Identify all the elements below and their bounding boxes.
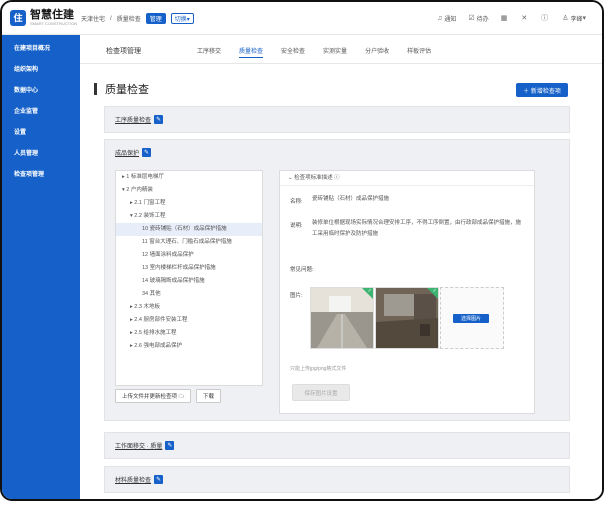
tree-node-selected[interactable]: 10 瓷砖铺贴（石材）成品保护措施: [116, 223, 262, 236]
tree-node[interactable]: 34 其他: [116, 288, 262, 301]
image-label: 图片:: [290, 293, 303, 299]
close-button[interactable]: ✕: [521, 14, 529, 22]
user-icon: ♙: [562, 15, 569, 22]
sidebar-item-settings[interactable]: 设置: [2, 123, 80, 144]
upload-hint: 只能上传jpg/png格式文件: [290, 366, 347, 372]
tree-node[interactable]: 13 室内楼梯栏杆成品保护措施: [116, 262, 262, 275]
logo-text: 智慧住建: [30, 9, 74, 21]
name-value: 瓷砖铺贴（石材）成品保护措施: [312, 196, 390, 202]
problem-label: 常见问题:: [290, 267, 314, 273]
panel-header[interactable]: ⌄ 检查项标准描述 ⓘ: [280, 171, 534, 186]
check-icon: ✓: [362, 288, 373, 299]
tree-node[interactable]: ▸ 2.3 木地板: [116, 301, 262, 314]
edit-icon[interactable]: ✎: [142, 147, 152, 157]
photo-thumbnail[interactable]: ✓: [375, 287, 439, 349]
section-product-protection: 成品保护 ✎ ▸ 1 标准层电梯厅 ▾ 2 户内精装 ▸ 2.1 门窗工程 ▾ …: [104, 139, 570, 421]
tree-node[interactable]: ▸ 2.5 给排水施工程: [116, 327, 262, 340]
save-image-settings-button[interactable]: 保存图片设置: [292, 384, 350, 401]
x-icon: ✕: [521, 15, 528, 22]
section-title[interactable]: 材料质量检查: [115, 475, 151, 484]
tab-measure[interactable]: 实测实量: [323, 46, 347, 58]
photo-thumbnail[interactable]: ✓: [310, 287, 374, 349]
user-menu[interactable]: ♙ 李峰 ▾: [562, 14, 588, 23]
image-upload-area[interactable]: 选择图片: [440, 287, 504, 349]
logo-subtitle: SMART CONSTRUCTION: [30, 21, 78, 26]
edit-icon[interactable]: ✎: [154, 114, 164, 124]
tree-node[interactable]: ▸ 2.1 门窗工程: [116, 197, 262, 210]
tree-node[interactable]: ▸ 2.4 厨房部件安装工程: [116, 314, 262, 327]
desc-value: 装修单位根据现场实际情况合理安排工序，不得工序倒置，由行政部成品保护措施，施工采…: [312, 220, 522, 237]
sidebar-item-people[interactable]: 人员管理: [2, 144, 80, 165]
edit-icon[interactable]: ✎: [154, 474, 164, 484]
help-icon: ⓘ: [541, 15, 549, 22]
section-title[interactable]: 成品保护: [115, 148, 139, 157]
app-window: 住 智慧住建 SMART CONSTRUCTION 天津住宅 / 质量检查 管理…: [0, 0, 604, 501]
sidebar-item-data[interactable]: 数据中心: [2, 81, 80, 102]
chevron-down-icon: ▾: [582, 15, 586, 22]
help-button[interactable]: ⓘ: [541, 13, 550, 23]
top-toolbar: ♫ 通知 ☑ 待办 ▦ ✕ ⓘ ♙ 李峰 ▾: [425, 13, 588, 23]
tree-node[interactable]: ▾ 2.2 装饰工程: [116, 210, 262, 223]
sidebar-item-supervision[interactable]: 企业监管: [2, 102, 80, 123]
category-tree: ▸ 1 标准层电梯厅 ▾ 2 户内精装 ▸ 2.1 门窗工程 ▾ 2.2 装饰工…: [115, 170, 263, 386]
section-process-quality: 工序质量检查 ✎: [104, 106, 570, 133]
download-button[interactable]: 下载: [196, 389, 222, 403]
subnav-title: 检查项管理: [106, 48, 141, 55]
tab-quality[interactable]: 质量检查: [239, 46, 264, 58]
desc-label: 说明:: [290, 223, 303, 229]
notice-button[interactable]: ♫ 通知: [437, 14, 456, 23]
section-more: [104, 499, 570, 501]
grid-icon: ▦: [500, 15, 508, 22]
breadcrumb-item-project[interactable]: 天津住宅: [81, 14, 105, 23]
main-content: 质量检查 ＋ 新增检查项 工序质量检查 ✎ 成品保护 ✎ ▸ 1 标准层电梯厅 …: [80, 64, 602, 499]
check-icon: ✓: [427, 288, 438, 299]
sidebar-item-projects[interactable]: 在建项目概况: [2, 39, 80, 60]
todo-button[interactable]: ☑ 待办: [468, 14, 488, 23]
role-badge: 管理: [145, 13, 166, 24]
tab-acceptance[interactable]: 分户验收: [365, 46, 389, 58]
tree-node[interactable]: 12 墙面涂料成品保护: [116, 249, 262, 262]
tree-node[interactable]: ▸ 1 标准层电梯厅: [116, 171, 262, 184]
tab-safety[interactable]: 安全检查: [281, 46, 305, 58]
sidebar: 在建项目概况 组织架构 数据中心 企业监管 设置 人员管理 检查项管理: [2, 35, 80, 499]
subnav-tabs: 工序移交 质量检查 安全检查 实测实量 分户验收 样板评估: [197, 46, 449, 58]
tab-handover[interactable]: 工序移交: [197, 46, 221, 58]
sub-navigation: 检查项管理 工序移交 质量检查 安全检查 实测实量 分户验收 样板评估: [80, 35, 602, 64]
section-title[interactable]: 工作面移交 · 质量: [115, 441, 162, 450]
sidebar-item-inspection[interactable]: 检查项管理: [2, 165, 80, 186]
tree-node[interactable]: 11 窗台大理石、门槛石成品保护措施: [116, 236, 262, 249]
detail-panel: ⌄ 检查项标准描述 ⓘ 名称: 瓷砖铺贴（石材）成品保护措施 说明: 装修单位根…: [279, 170, 535, 414]
name-label: 名称:: [290, 199, 303, 205]
logo-mark-icon: 住: [10, 9, 26, 26]
logo[interactable]: 住 智慧住建 SMART CONSTRUCTION: [10, 9, 77, 26]
switch-button[interactable]: 切换▾: [170, 13, 194, 24]
bell-icon: ♫: [437, 14, 443, 22]
top-bar: 住 智慧住建 SMART CONSTRUCTION 天津住宅 / 质量检查 管理…: [2, 2, 602, 35]
select-image-button[interactable]: 选择图片: [453, 314, 489, 323]
edit-icon[interactable]: ✎: [165, 440, 175, 450]
upload-update-button[interactable]: 上传文件并更新检查项 ☁: [115, 389, 192, 403]
page-title: 质量检查: [105, 84, 149, 96]
section-material-quality: 材料质量检查 ✎: [104, 466, 570, 493]
section-title[interactable]: 工序质量检查: [115, 115, 151, 124]
tab-sample[interactable]: 样板评估: [407, 46, 431, 58]
tree-node[interactable]: ▸ 2.6 强电部成品保护: [116, 340, 262, 353]
todo-icon: ☑: [468, 15, 475, 22]
breadcrumb: 天津住宅 / 质量检查 管理 切换▾: [81, 13, 199, 24]
grid-button[interactable]: ▦: [501, 14, 510, 22]
breadcrumb-item-module[interactable]: 质量检查: [117, 14, 141, 23]
title-accent: [94, 83, 97, 95]
add-inspection-button[interactable]: ＋ 新增检查项: [516, 83, 568, 97]
sidebar-item-org[interactable]: 组织架构: [2, 60, 80, 81]
tree-node[interactable]: 14 玻璃隔断成品保护措施: [116, 275, 262, 288]
section-work-handover: 工作面移交 · 质量 ✎: [104, 432, 570, 459]
tree-node[interactable]: ▾ 2 户内精装: [116, 184, 262, 197]
